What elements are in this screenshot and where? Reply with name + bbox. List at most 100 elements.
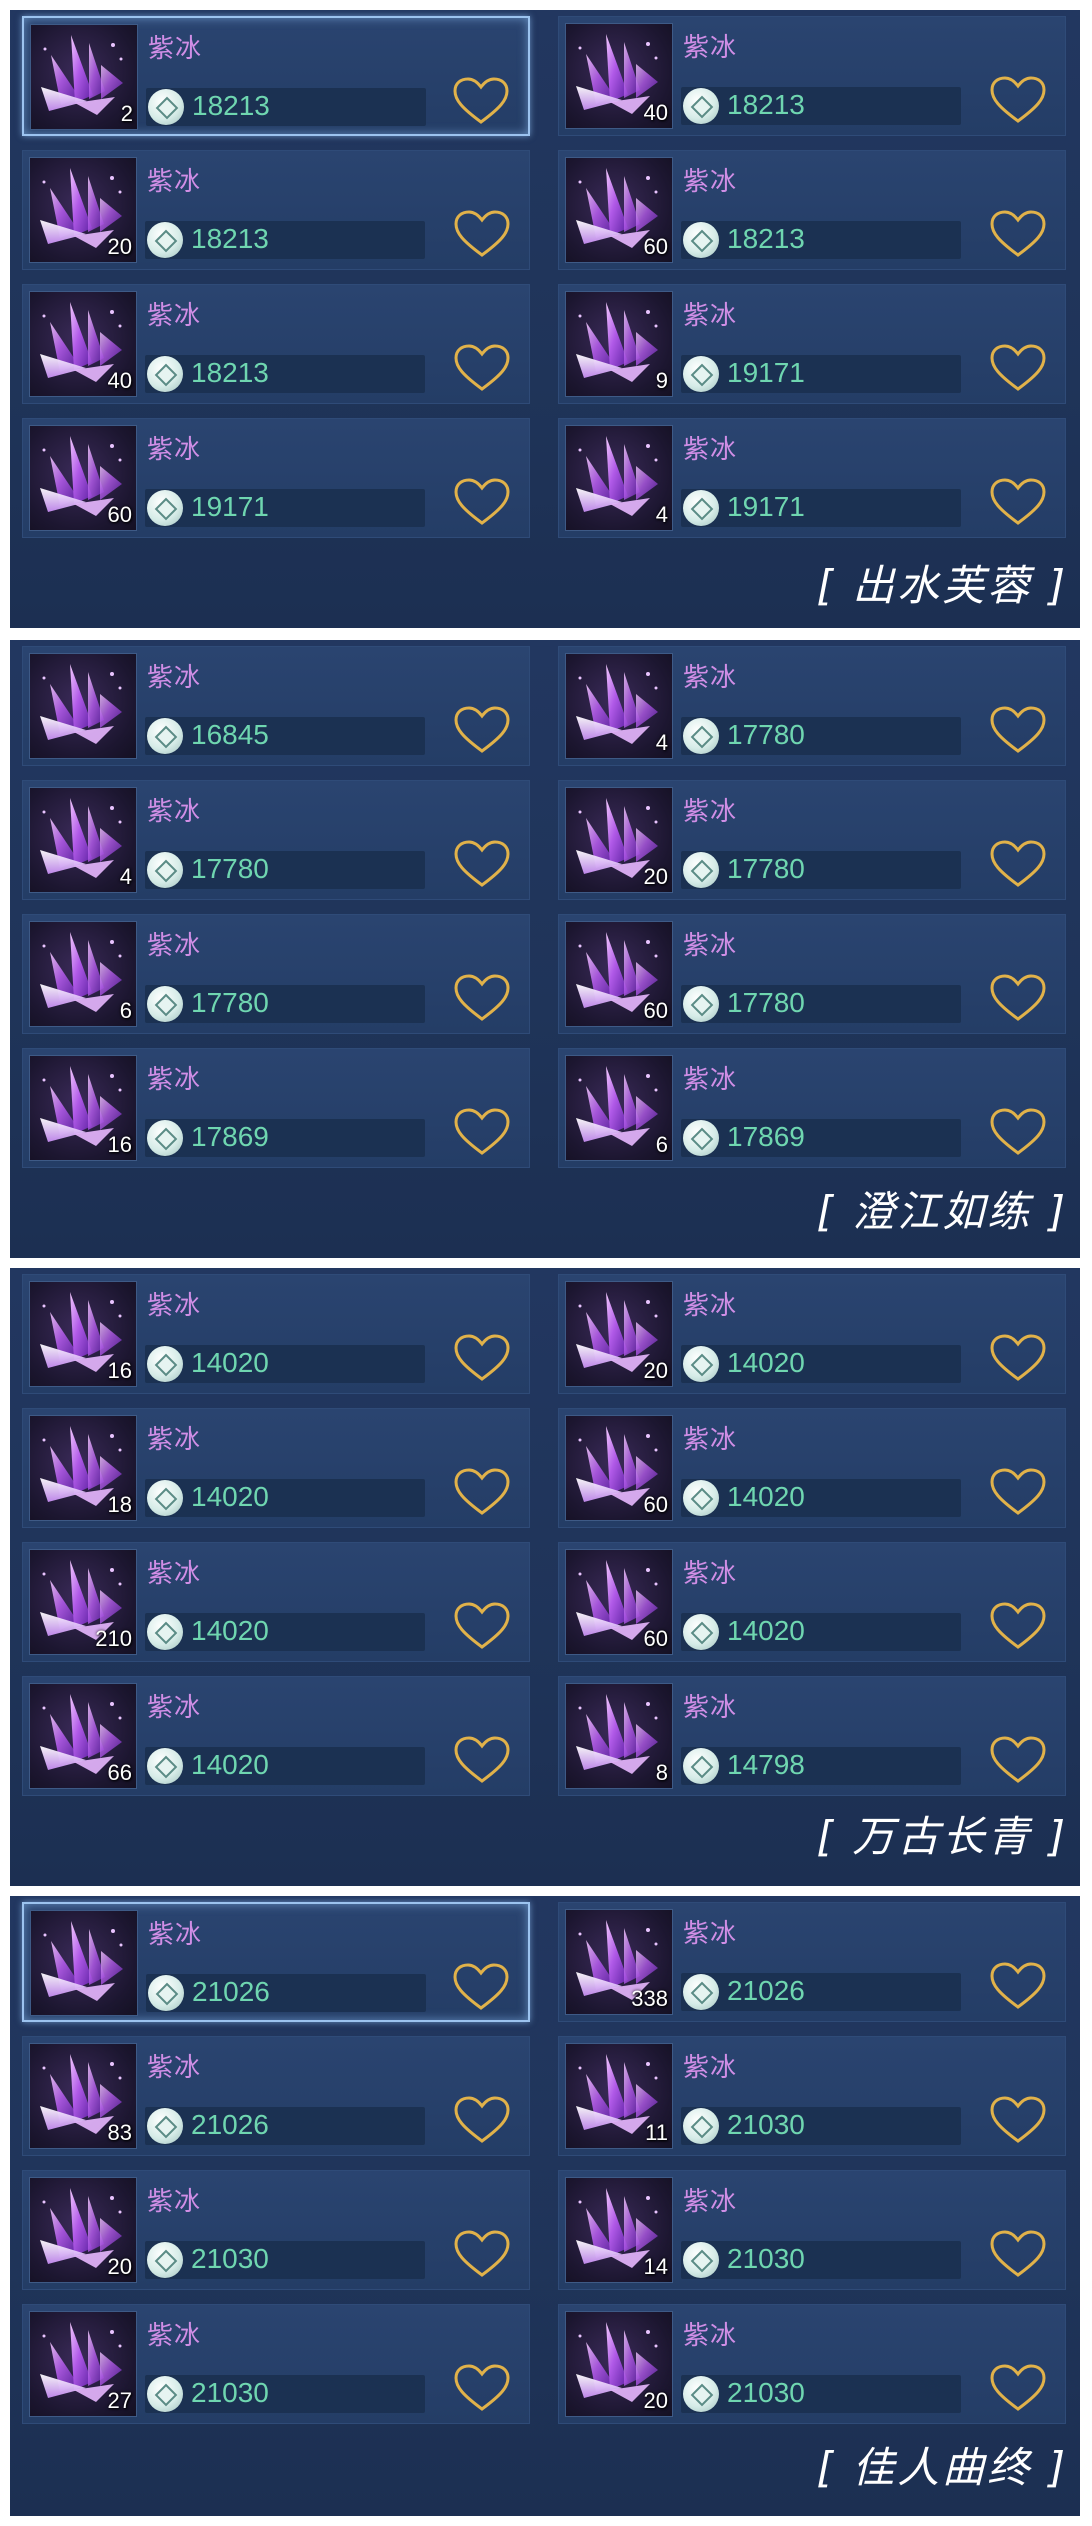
panel-title: [ 出水芙蓉 ] [816, 561, 1068, 610]
favorite-heart-icon[interactable] [989, 209, 1047, 259]
listing-card[interactable]: 8 紫冰 14798 [558, 1676, 1066, 1796]
item-price: 14020 [727, 1481, 805, 1512]
favorite-heart-icon[interactable] [989, 705, 1047, 755]
listing-card[interactable]: 16 紫冰 14020 [22, 1274, 530, 1394]
listing-card[interactable]: 4 紫冰 17780 [22, 780, 530, 900]
listing-card[interactable]: 20 紫冰 21030 [22, 2170, 530, 2290]
favorite-heart-icon[interactable] [453, 343, 511, 393]
market-panel: 16 紫冰 14020 20 紫冰 14020 18 紫冰 14020 60 紫… [10, 1268, 1080, 1886]
listing-card[interactable]: 9 紫冰 19171 [558, 284, 1066, 404]
listing-card[interactable]: 20 紫冰 21030 [558, 2304, 1066, 2424]
favorite-heart-icon[interactable] [989, 1601, 1047, 1651]
favorite-heart-icon[interactable] [453, 1107, 511, 1157]
favorite-heart-icon[interactable] [989, 2363, 1047, 2413]
listing-card[interactable]: 4 紫冰 17780 [558, 646, 1066, 766]
favorite-heart-icon[interactable] [989, 2095, 1047, 2145]
price-bar: 19171 [681, 489, 961, 527]
item-price: 14020 [191, 1615, 269, 1646]
listing-card[interactable]: 210 紫冰 14020 [22, 1542, 530, 1662]
listing-card[interactable]: 60 紫冰 14020 [558, 1542, 1066, 1662]
listing-card[interactable]: 60 紫冰 19171 [22, 418, 530, 538]
listing-card[interactable]: 40 紫冰 18213 [558, 16, 1066, 136]
favorite-heart-icon[interactable] [989, 343, 1047, 393]
silver-coin-icon [683, 852, 719, 888]
purple-crystal-icon: 18 [29, 1415, 137, 1521]
item-name: 紫冰 [147, 1065, 202, 1095]
favorite-heart-icon[interactable] [453, 839, 511, 889]
listing-card[interactable]: 14 紫冰 21030 [558, 2170, 1066, 2290]
item-price: 18213 [727, 89, 805, 120]
favorite-heart-icon[interactable] [453, 477, 511, 527]
item-name: 紫冰 [147, 167, 202, 197]
favorite-heart-icon[interactable] [989, 75, 1047, 125]
item-quantity: 16 [107, 1132, 132, 1157]
favorite-heart-icon[interactable] [989, 1107, 1047, 1157]
listing-card[interactable]: 2 紫冰 18213 [22, 16, 530, 136]
item-quantity: 11 [645, 2120, 668, 2145]
favorite-heart-icon[interactable] [453, 209, 511, 259]
item-quantity: 14 [643, 2254, 668, 2279]
favorite-heart-icon[interactable] [453, 705, 511, 755]
silver-coin-icon [147, 2376, 183, 2412]
listing-card[interactable]: 20 紫冰 18213 [22, 150, 530, 270]
favorite-heart-icon[interactable] [452, 76, 510, 126]
favorite-heart-icon[interactable] [453, 1601, 511, 1651]
favorite-heart-icon[interactable] [453, 973, 511, 1023]
listing-card[interactable]: 16 紫冰 17869 [22, 1048, 530, 1168]
item-price: 17869 [191, 1121, 269, 1152]
favorite-heart-icon[interactable] [989, 839, 1047, 889]
item-price: 14020 [191, 1481, 269, 1512]
listing-card[interactable]: 6 紫冰 17780 [22, 914, 530, 1034]
item-price: 14020 [191, 1347, 269, 1378]
item-price: 16845 [191, 719, 269, 750]
favorite-heart-icon[interactable] [989, 973, 1047, 1023]
listing-card[interactable]: 40 紫冰 18213 [22, 284, 530, 404]
favorite-heart-icon[interactable] [453, 2095, 511, 2145]
item-name: 紫冰 [147, 301, 202, 331]
listing-card[interactable]: 60 紫冰 17780 [558, 914, 1066, 1034]
listing-card[interactable]: 20 紫冰 14020 [558, 1274, 1066, 1394]
favorite-heart-icon[interactable] [989, 2229, 1047, 2279]
item-price: 21030 [727, 2377, 805, 2408]
item-name: 紫冰 [147, 2321, 202, 2351]
favorite-heart-icon[interactable] [453, 2363, 511, 2413]
listing-card[interactable]: 紫冰 16845 [22, 646, 530, 766]
purple-crystal-icon: 4 [565, 425, 673, 531]
item-quantity: 83 [107, 2120, 132, 2145]
item-price: 21026 [727, 1975, 805, 2006]
item-price: 19171 [727, 491, 805, 522]
favorite-heart-icon[interactable] [989, 477, 1047, 527]
favorite-heart-icon[interactable] [989, 1467, 1047, 1517]
favorite-heart-icon[interactable] [453, 1735, 511, 1785]
listing-card[interactable]: 20 紫冰 17780 [558, 780, 1066, 900]
item-price: 21026 [191, 2109, 269, 2140]
price-bar: 17780 [145, 851, 425, 889]
listing-card[interactable]: 4 紫冰 19171 [558, 418, 1066, 538]
silver-coin-icon [147, 718, 183, 754]
listing-card[interactable]: 60 紫冰 14020 [558, 1408, 1066, 1528]
listing-card[interactable]: 18 紫冰 14020 [22, 1408, 530, 1528]
listing-card[interactable]: 6 紫冰 17869 [558, 1048, 1066, 1168]
favorite-heart-icon[interactable] [989, 1961, 1047, 2011]
listing-card[interactable]: 紫冰 21026 [22, 1902, 530, 2022]
price-bar: 17780 [145, 985, 425, 1023]
listing-card[interactable]: 338 紫冰 21026 [558, 1902, 1066, 2022]
favorite-heart-icon[interactable] [453, 1333, 511, 1383]
favorite-heart-icon[interactable] [452, 1962, 510, 2012]
listing-card[interactable]: 66 紫冰 14020 [22, 1676, 530, 1796]
listing-card[interactable]: 27 紫冰 21030 [22, 2304, 530, 2424]
item-name: 紫冰 [147, 2187, 202, 2217]
listing-card[interactable]: 60 紫冰 18213 [558, 150, 1066, 270]
silver-coin-icon [683, 2108, 719, 2144]
item-name: 紫冰 [683, 1693, 738, 1723]
favorite-heart-icon[interactable] [989, 1333, 1047, 1383]
favorite-heart-icon[interactable] [453, 2229, 511, 2279]
item-name: 紫冰 [683, 1919, 738, 1949]
listing-card[interactable]: 11 紫冰 21030 [558, 2036, 1066, 2156]
favorite-heart-icon[interactable] [989, 1735, 1047, 1785]
favorite-heart-icon[interactable] [453, 1467, 511, 1517]
item-quantity: 4 [655, 730, 668, 755]
item-price: 17780 [191, 853, 269, 884]
purple-crystal-icon: 4 [29, 787, 137, 893]
listing-card[interactable]: 83 紫冰 21026 [22, 2036, 530, 2156]
